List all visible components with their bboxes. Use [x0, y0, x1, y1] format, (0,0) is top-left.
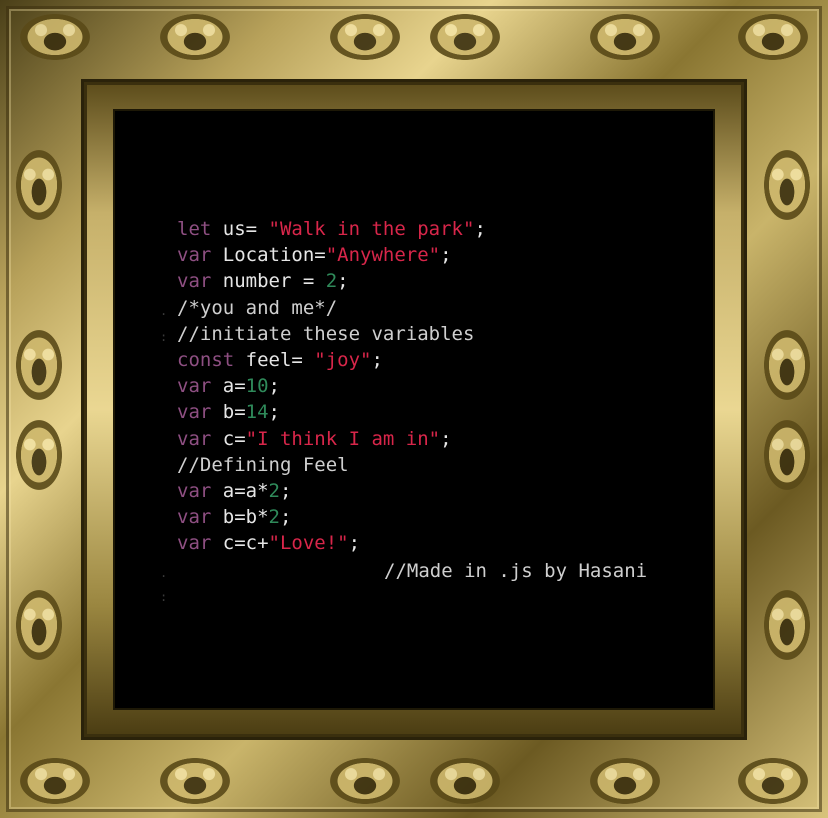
- code-line: let us= "Walk in the park";: [177, 216, 486, 242]
- code-token: "Walk in the park": [268, 218, 475, 240]
- code-token: let: [177, 218, 212, 240]
- code-token: a=a*: [211, 479, 269, 502]
- frame-ornament-icon: [590, 14, 660, 60]
- code-token: ;: [440, 244, 452, 267]
- code-token: c=c+: [211, 532, 269, 555]
- code-token: "joy": [314, 348, 372, 371]
- code-line: var number = 2;: [177, 268, 486, 294]
- code-token: var: [177, 506, 212, 529]
- code-token: 14: [245, 401, 269, 424]
- frame-ornament-icon: [16, 590, 62, 660]
- frame-ornament-icon: [430, 758, 500, 804]
- stray-dot: :: [160, 590, 168, 604]
- code-token: b=: [211, 401, 246, 424]
- stray-dot: :: [160, 330, 168, 344]
- code-token: b=b*: [211, 506, 269, 529]
- code-token: 2: [268, 479, 280, 502]
- code-line: var a=a*2;: [177, 478, 486, 504]
- code-line: /*you and me*/: [177, 295, 486, 321]
- frame-ornament-icon: [330, 758, 400, 804]
- code-token: ;: [474, 218, 486, 240]
- code-token: number =: [211, 270, 326, 293]
- frame-ornament-icon: [764, 590, 810, 660]
- code-token: const: [177, 348, 235, 371]
- frame-ornament-icon: [16, 150, 62, 220]
- frame-ornament-icon: [764, 420, 810, 490]
- frame-ornament-icon: [20, 14, 90, 60]
- signature-comment: //Made in .js by Hasani: [384, 560, 648, 582]
- code-token: us=: [211, 218, 269, 240]
- code-token: ;: [268, 401, 280, 424]
- frame-ornament-icon: [330, 14, 400, 60]
- frame-ornament-icon: [738, 758, 808, 804]
- frame-ornament-icon: [430, 14, 500, 60]
- code-line: var a=10;: [177, 373, 486, 399]
- code-token: 10: [245, 375, 269, 398]
- frame-ornament-icon: [764, 150, 810, 220]
- code-token: 2: [268, 506, 280, 529]
- stray-dot: .: [160, 566, 168, 580]
- code-line: var Location="Anywhere";: [177, 242, 486, 268]
- code-block: let us= "Walk in the park"; var Location=…: [177, 216, 486, 556]
- code-line: var b=b*2;: [177, 504, 486, 530]
- code-token: a=: [211, 375, 246, 398]
- frame-ornament-icon: [16, 420, 62, 490]
- frame-ornament-icon: [160, 758, 230, 804]
- frame-ornament-icon: [764, 330, 810, 400]
- stray-dot: .: [160, 304, 168, 318]
- code-token: var: [177, 244, 212, 267]
- code-token: Location=: [211, 244, 326, 267]
- code-token: //Defining Feel: [177, 453, 349, 476]
- frame-ornament-icon: [160, 14, 230, 60]
- code-token: var: [177, 401, 212, 424]
- frame-ornament-icon: [20, 758, 90, 804]
- code-token: var: [177, 427, 212, 450]
- code-token: "Love!": [268, 532, 349, 555]
- code-token: feel=: [234, 348, 315, 371]
- code-token: ;: [337, 270, 349, 293]
- code-token: var: [177, 375, 212, 398]
- code-token: c=: [211, 427, 246, 450]
- code-token: //initiate these variables: [177, 322, 475, 345]
- frame-ornament-icon: [738, 14, 808, 60]
- code-token: ;: [279, 506, 292, 529]
- code-line: var c="I think I am in";: [177, 426, 486, 452]
- code-token: "I think I am in": [245, 427, 441, 450]
- code-token: ;: [440, 427, 452, 450]
- code-token: ;: [348, 532, 361, 555]
- code-token: /*you and me*/: [177, 296, 338, 319]
- code-line: //initiate these variables: [177, 321, 486, 347]
- frame-ornament-icon: [16, 330, 62, 400]
- code-line: var b=14;: [177, 399, 486, 425]
- code-token: ;: [268, 375, 280, 398]
- code-token: var: [177, 270, 212, 293]
- code-token: var: [177, 479, 212, 502]
- code-line: //Defining Feel: [177, 452, 486, 478]
- code-token: "Anywhere": [325, 244, 441, 267]
- code-token: ;: [279, 479, 292, 502]
- code-line: var c=c+"Love!";: [177, 530, 486, 556]
- code-line: const feel= "joy";: [177, 347, 486, 373]
- frame-ornament-icon: [590, 758, 660, 804]
- code-token: ;: [371, 348, 383, 371]
- code-token: var: [177, 532, 212, 555]
- code-token: 2: [325, 270, 338, 293]
